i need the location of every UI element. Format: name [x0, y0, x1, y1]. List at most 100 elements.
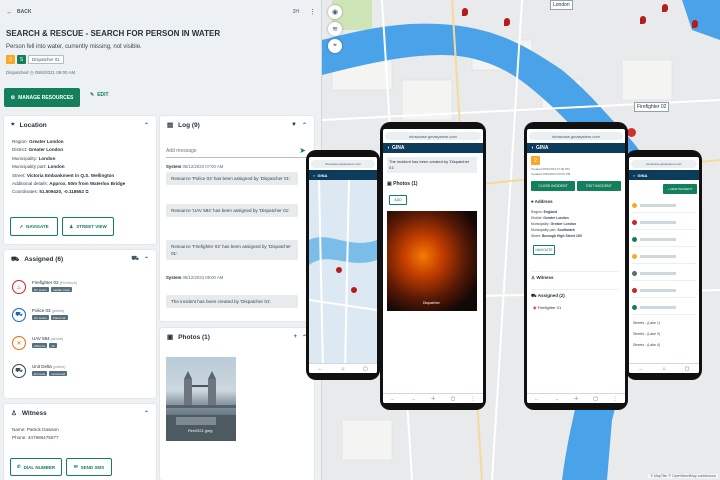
menu-nav-icon[interactable]: ⋮: [470, 396, 475, 402]
location-field-value: Greater London: [29, 139, 64, 144]
add-tab-icon[interactable]: ＋: [431, 395, 436, 402]
fire-icon: ♨: [12, 280, 26, 294]
chevron-up-icon[interactable]: ⌃: [144, 256, 149, 263]
phone-address-fields: Region: England District: Greater London M…: [531, 209, 582, 239]
phone-map[interactable]: [309, 180, 377, 363]
navigate-button[interactable]: ➚ NAVIGATE: [10, 217, 58, 236]
incident-detail-panel: ← BACK 2H ⋮ SEARCH & RESCUE - SEARCH FOR…: [0, 0, 322, 480]
phone-incident-row[interactable]: [632, 250, 696, 264]
status-dot: [632, 305, 637, 310]
chevron-up-icon[interactable]: ⌃: [144, 122, 149, 129]
phone-add-photo-button[interactable]: ADD: [389, 195, 407, 205]
resource-name-row: UAV 584 (drone): [32, 336, 63, 341]
send-icon[interactable]: ➤: [299, 146, 306, 155]
phone-street-row[interactable]: Streets - (Lake 1): [633, 321, 660, 325]
incident-marker[interactable]: [504, 18, 510, 26]
witness-title: Witness: [21, 409, 47, 417]
back-nav-icon[interactable]: ←: [534, 396, 539, 402]
phone-street-row[interactable]: Streets - (Lake 3): [633, 332, 660, 336]
phone-witness-header[interactable]: ♙ Witness: [531, 271, 619, 281]
layers-icon[interactable]: ≋: [328, 22, 342, 36]
incident-marker[interactable]: [692, 20, 698, 28]
log-icon: ▤: [167, 122, 174, 129]
back-nav-icon[interactable]: ←: [318, 366, 323, 372]
photo-thumbnail[interactable]: Fire2021.jpeg: [166, 357, 236, 441]
resource-name-row: Firefighter 02 (Firetruck): [32, 280, 77, 285]
incident-marker[interactable]: [640, 16, 646, 24]
location-field-value: Greater London: [28, 147, 64, 153]
gina-logo-icon: ◗: [633, 172, 636, 178]
home-nav-icon[interactable]: ⌂: [663, 366, 666, 372]
log-header[interactable]: ▤ Log (9) ▼ ⌃: [160, 116, 314, 134]
phone-field-key: Municipality part:: [531, 228, 557, 232]
phone-incident-row[interactable]: [632, 199, 696, 213]
manage-resources-label: MANAGE RESOURCES: [18, 94, 74, 101]
back-arrow-icon[interactable]: ←: [6, 9, 13, 16]
log-message-input[interactable]: [166, 147, 286, 154]
phone-incident-row[interactable]: [632, 284, 696, 298]
phone-fire-photo[interactable]: Dispatcher: [387, 211, 477, 311]
dial-number-button[interactable]: ✆ DIAL NUMBER: [10, 458, 62, 476]
vehicle-icon: ⛟: [531, 293, 537, 298]
resource-tag: Airborne: [32, 343, 48, 348]
tabs-nav-icon[interactable]: ▢: [593, 396, 598, 402]
back-button[interactable]: BACK: [17, 9, 31, 15]
assigned-header[interactable]: ⛟ Assigned (6) ⛟ ⌃: [4, 250, 156, 268]
location-title: Location: [19, 121, 47, 129]
forward-nav-icon[interactable]: →: [411, 396, 416, 402]
row-placeholder: [640, 255, 676, 258]
tabs-nav-icon[interactable]: ▢: [451, 396, 456, 402]
tabs-nav-icon[interactable]: ▢: [685, 366, 690, 372]
phone-assigned-header[interactable]: ⛟ Assigned (2): [531, 289, 619, 300]
send-sms-button[interactable]: ✉ SEND SMS: [66, 458, 112, 476]
pencil-icon: ✎: [90, 92, 95, 98]
location-header[interactable]: ⌖ Location ⌃: [4, 116, 156, 134]
copy-icon[interactable]: ⧉: [84, 189, 88, 194]
resources-icon: ⚙: [10, 94, 16, 101]
phone-field-value: Southwark: [557, 228, 575, 232]
chevron-up-icon[interactable]: ⌃: [144, 410, 149, 417]
phone-nav-bar: ← ⌂ ▢: [629, 363, 699, 373]
phone-navigate-button[interactable]: NAVIGATE: [533, 245, 555, 255]
firefighter-marker[interactable]: [627, 128, 636, 137]
resource-tag: Command: [49, 371, 68, 376]
incident-marker[interactable]: [462, 8, 468, 16]
filter-icon[interactable]: ▼: [291, 122, 297, 128]
resource-status: (police): [51, 309, 65, 313]
phone-assigned-item[interactable]: ◉ Firefighter 01: [533, 305, 561, 310]
phone-incident-row[interactable]: [632, 216, 696, 230]
locate-icon[interactable]: ⌖: [328, 39, 342, 53]
phone-new-incident-button[interactable]: + NEW INCIDENT: [663, 184, 697, 194]
location-field: Municipality: London: [4, 155, 156, 163]
witness-header[interactable]: ♙ Witness ⌃: [4, 404, 156, 422]
home-nav-icon[interactable]: ⌂: [342, 366, 345, 372]
chevron-up-icon[interactable]: ⌃: [302, 122, 307, 129]
unit-icon: ⛟: [12, 364, 26, 378]
phone-photos-header[interactable]: ▣ Photos (1): [387, 181, 418, 187]
tabs-nav-icon[interactable]: ▢: [363, 366, 368, 372]
add-resource-icon[interactable]: ⛟: [131, 255, 139, 263]
resource-name: Unit Delta: [32, 364, 52, 369]
phone-edit-incident-button[interactable]: EDIT INCIDENT: [577, 181, 621, 191]
phone-street-row[interactable]: Streets - (Lake 4): [633, 343, 660, 347]
manage-resources-button[interactable]: ⚙ MANAGE RESOURCES: [4, 88, 80, 107]
photos-header[interactable]: ▣ Photos (1) + ⌃: [160, 328, 314, 346]
menu-nav-icon[interactable]: ⋮: [613, 396, 618, 402]
phone-address-header[interactable]: ⌖ Address: [531, 199, 553, 204]
back-nav-icon[interactable]: ←: [391, 396, 396, 402]
add-tab-icon[interactable]: ＋: [574, 395, 579, 402]
back-nav-icon[interactable]: ←: [639, 366, 644, 372]
edit-button[interactable]: ✎ EDIT: [90, 92, 109, 98]
dispatcher-chip: Dispatcher 01: [28, 55, 64, 64]
gina-brand: GINA: [317, 172, 328, 178]
forward-nav-icon[interactable]: →: [554, 396, 559, 402]
phone-incident-row[interactable]: [632, 301, 696, 315]
phone-close-incident-button[interactable]: CLOSE INCIDENT: [531, 181, 575, 191]
visibility-icon[interactable]: ◉: [328, 5, 342, 19]
add-photo-icon[interactable]: +: [293, 334, 297, 340]
phone-incident-row[interactable]: [632, 267, 696, 281]
phone-incident-row[interactable]: [632, 233, 696, 247]
more-menu-icon[interactable]: ⋮: [309, 8, 316, 16]
incident-marker[interactable]: [662, 4, 668, 12]
street-view-button[interactable]: ♟ STREET VIEW: [62, 217, 114, 236]
